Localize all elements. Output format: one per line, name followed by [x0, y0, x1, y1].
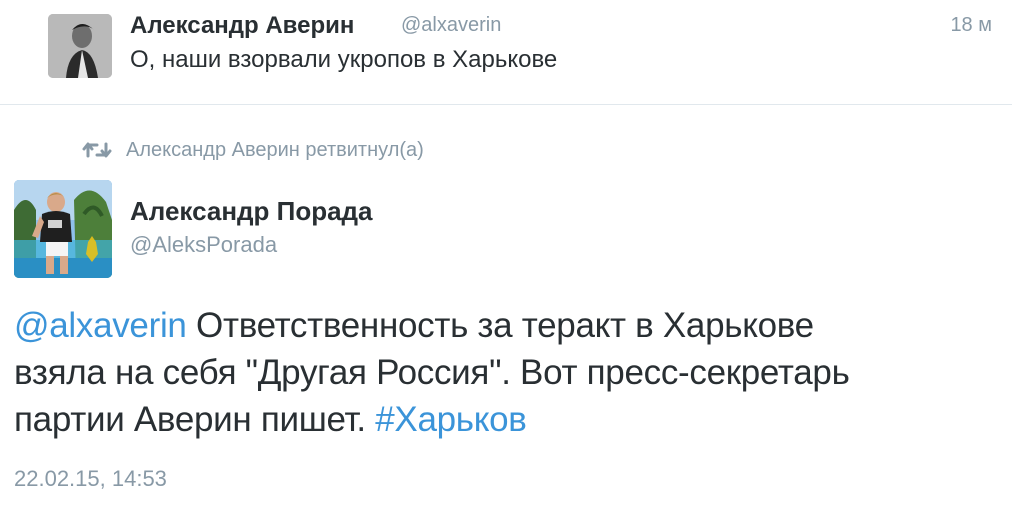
- retweet-text-line: @alxaverin Ответственность за теракт в Х…: [14, 302, 1004, 349]
- retweet-text: @alxaverin Ответственность за теракт в Х…: [14, 302, 1004, 443]
- author-handle[interactable]: @alxaverin: [401, 14, 501, 37]
- retweet-icon: [82, 142, 112, 158]
- author-name[interactable]: Александр Аверин: [130, 12, 354, 40]
- author-avatar[interactable]: [48, 14, 112, 78]
- retweet-context: Александр Аверин ретвитнул(а): [82, 138, 424, 162]
- retweet-text-line: партии Аверин пишет. #Харьков: [14, 396, 1004, 443]
- tweet-timestamp[interactable]: 18 м: [950, 14, 992, 37]
- retweet-author-avatar[interactable]: [14, 180, 112, 278]
- tweet-text: О, наши взорвали укропов в Харькове: [130, 46, 558, 73]
- tweet-date[interactable]: 22.02.15, 14:53: [14, 466, 167, 492]
- divider: [0, 104, 1012, 105]
- retweet-author-handle[interactable]: @AleksPorada: [130, 232, 277, 258]
- retweet-text-segment: Ответственность за теракт в Харькове: [186, 306, 814, 345]
- retweet-context-label[interactable]: Александр Аверин ретвитнул(а): [126, 139, 424, 162]
- hashtag-link[interactable]: #Харьков: [375, 400, 527, 439]
- avatar-photo-icon: [48, 14, 112, 78]
- retweet-text-segment: партии Аверин пишет.: [14, 400, 376, 439]
- retweet-author-name[interactable]: Александр Порада: [130, 196, 373, 227]
- retweet-text-line: взяла на себя "Другая Россия". Вот пресс…: [14, 353, 850, 392]
- mention-link[interactable]: @alxaverin: [14, 306, 187, 345]
- avatar-photo-icon: [14, 180, 112, 278]
- tweet-item[interactable]: Александр Аверин @alxaverin 18 м О, наши…: [0, 0, 1012, 104]
